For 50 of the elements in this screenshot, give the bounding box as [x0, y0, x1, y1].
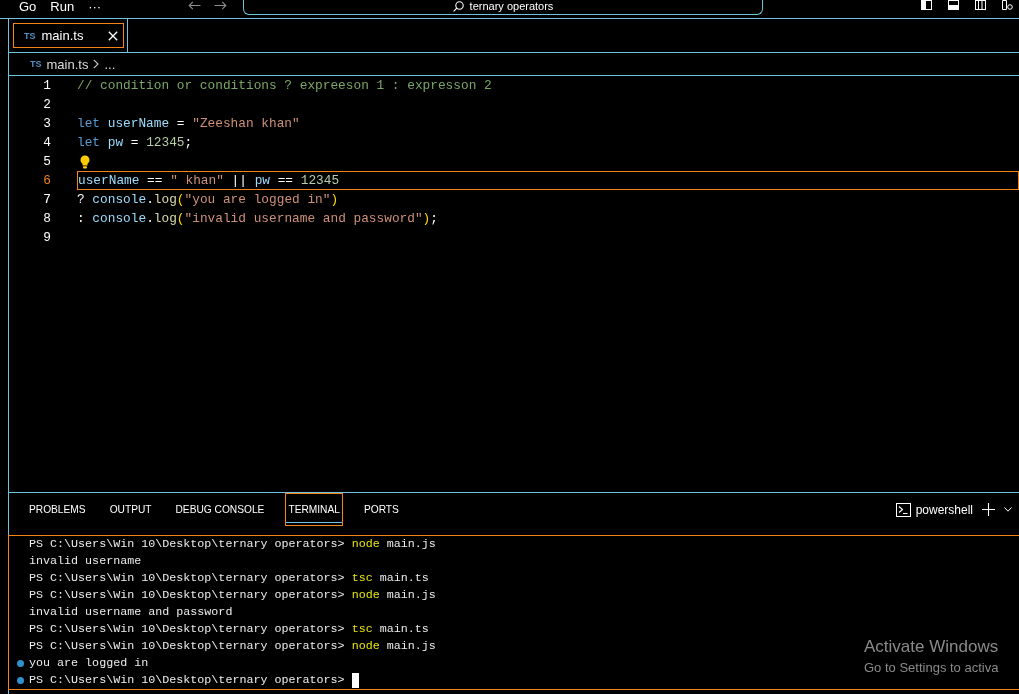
line-number: 6 — [42, 172, 51, 190]
arrow-right-icon[interactable] — [214, 1, 227, 10]
search-icon — [452, 1, 464, 12]
code-line: let pw = 12345; — [77, 134, 193, 152]
plus-icon[interactable] — [982, 503, 995, 516]
panel-bottom-icon[interactable] — [948, 0, 959, 10]
code-line: let userName = "Zeeshan khan" — [77, 115, 300, 133]
chevron-down-icon[interactable] — [1004, 507, 1012, 512]
code-line: : console.log("invalid username and password"); — [77, 210, 438, 228]
terminal-line: invalid username and password — [29, 604, 233, 621]
breadcrumb-item[interactable]: main.ts — [46, 56, 89, 72]
line-number: 7 — [42, 191, 51, 209]
code-line: // condition or conditions ? expreeson 1 : expresson 2 — [77, 77, 492, 95]
line-number: 2 — [42, 96, 51, 114]
terminal-icon — [895, 502, 911, 517]
status-dot-icon[interactable] — [17, 660, 24, 667]
activation-title: Activate Windows — [864, 636, 999, 657]
menu-item[interactable]: Run — [50, 0, 75, 14]
command-center[interactable]: ternary operators — [243, 0, 763, 15]
panel-left-icon[interactable] — [921, 0, 932, 10]
panel-tab[interactable]: TERMINAL — [285, 493, 343, 526]
file-type-icon: TS — [24, 30, 36, 41]
layout-icon[interactable] — [1002, 0, 1013, 10]
close-icon[interactable] — [108, 30, 118, 41]
status-dot-icon[interactable] — [17, 677, 24, 684]
arrow-left-icon[interactable] — [188, 1, 201, 10]
menu-item[interactable]: ··· — [88, 0, 102, 14]
terminal-profile-button[interactable]: powershell — [895, 502, 973, 517]
line-number: 4 — [42, 134, 51, 152]
line-number: 5 — [42, 153, 51, 171]
line-number: 9 — [42, 229, 51, 247]
menu-item[interactable]: Go — [19, 0, 37, 14]
line-number: 1 — [42, 77, 51, 95]
chevron-right-icon — [93, 59, 100, 69]
terminal-line: you are logged in — [29, 655, 149, 672]
terminal-line: PS C:\Users\Win 10\Desktop\ternary operators> node main.js — [29, 536, 436, 553]
terminal-line: PS C:\Users\Win 10\Desktop\ternary operators> tsc main.ts — [29, 621, 429, 638]
file-type-icon: TS — [30, 59, 42, 69]
terminal-line: invalid username — [29, 553, 142, 570]
breadcrumb-item[interactable]: ... — [104, 56, 116, 72]
activation-message: Go to Settings to activa — [864, 659, 999, 677]
line-number: 8 — [42, 210, 51, 228]
terminal-line: PS C:\Users\Win 10\Desktop\ternary operators> tsc main.ts — [29, 570, 429, 587]
terminal-line: PS C:\Users\Win 10\Desktop\ternary operators> node main.js — [29, 638, 436, 655]
lightbulb-icon[interactable] — [80, 154, 90, 169]
code-line: ? console.log("you are logged in") — [77, 191, 339, 209]
line-number: 3 — [42, 115, 51, 133]
panel-right-icon[interactable] — [975, 0, 986, 10]
terminal-line: PS C:\Users\Win 10\Desktop\ternary operators> node main.js — [29, 587, 436, 604]
terminal-line: PS C:\Users\Win 10\Desktop\ternary operators> — [29, 672, 345, 689]
